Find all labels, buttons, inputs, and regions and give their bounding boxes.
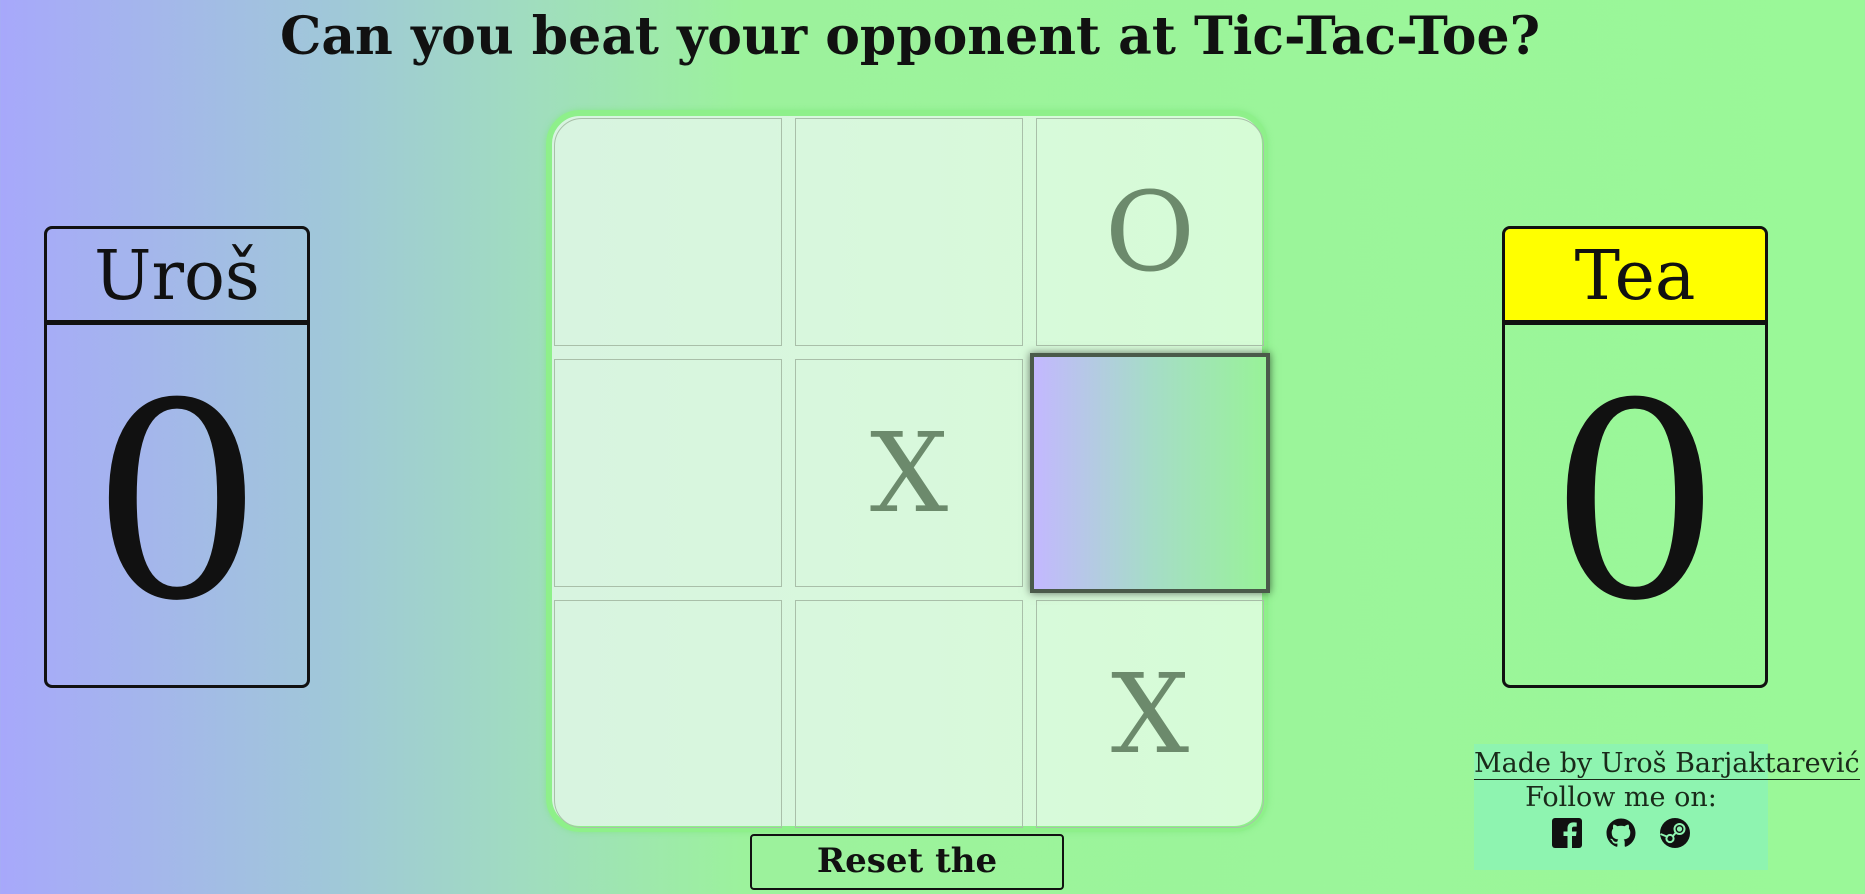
board-cell-r1c2[interactable]	[1030, 353, 1270, 593]
github-icon[interactable]	[1605, 817, 1637, 849]
page-title: Can you beat your opponent at Tic-Tac-To…	[279, 6, 1541, 67]
player-score-right: 0	[1549, 345, 1721, 660]
player-name-right: Tea	[1505, 229, 1765, 325]
credits-panel: Made by Uroš Barjaktarević Follow me on:	[1474, 744, 1860, 870]
author-link[interactable]: Made by Uroš Barjaktarević	[1474, 748, 1860, 780]
reset-session-button[interactable]: Reset the session!	[750, 834, 1064, 894]
board-cell-r1c0[interactable]	[554, 359, 782, 587]
player-score-left: 0	[91, 345, 263, 660]
board-cell-r2c1[interactable]	[795, 600, 1023, 828]
board-cell-r2c2[interactable]: X	[1036, 600, 1264, 828]
board-cell-r1c1[interactable]: X	[795, 359, 1023, 587]
player-card-right: Tea 0	[1502, 226, 1768, 688]
steam-icon[interactable]	[1659, 817, 1691, 849]
board-cell-r0c0[interactable]	[554, 118, 782, 346]
board-cell-r0c2[interactable]: O	[1036, 118, 1264, 346]
social-links	[1474, 817, 1768, 849]
board-cell-r0c1[interactable]	[795, 118, 1023, 346]
follow-label: Follow me on:	[1525, 782, 1717, 813]
player-card-left: Uroš 0	[44, 226, 310, 688]
facebook-icon[interactable]	[1551, 817, 1583, 849]
player-name-left: Uroš	[47, 229, 307, 325]
game-board: O X X	[546, 110, 1270, 832]
board-cell-r2c0[interactable]	[554, 600, 782, 828]
